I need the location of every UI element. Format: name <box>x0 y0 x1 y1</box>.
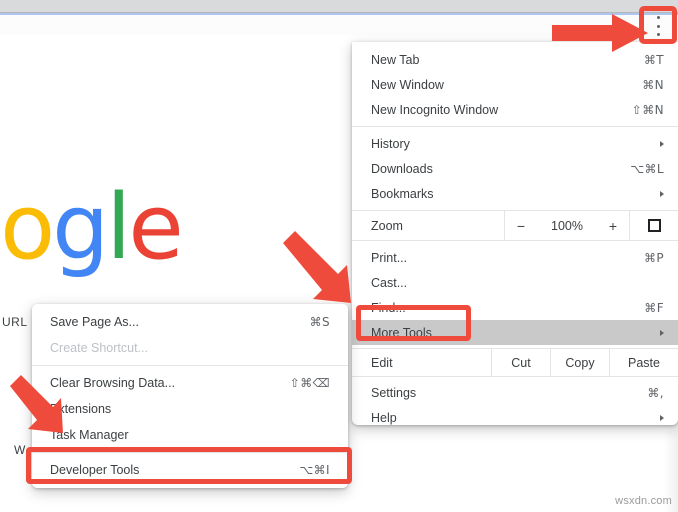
chrome-menu-button[interactable] <box>650 16 666 36</box>
screenshot-stage: oogle URL W New Tab ⌘T New Window ⌘N New… <box>0 0 678 512</box>
menu-item-more-tools[interactable]: More Tools <box>352 320 678 345</box>
menu-item-new-tab[interactable]: New Tab ⌘T <box>352 47 678 72</box>
submenu-item-developer-tools[interactable]: Developer Tools ⌥⌘I <box>32 457 348 483</box>
menu-item-settings[interactable]: Settings ⌘, <box>352 380 678 405</box>
menu-item-find[interactable]: Find... ⌘F <box>352 295 678 320</box>
edit-label: Edit <box>371 355 393 370</box>
dot-2 <box>656 24 660 28</box>
watermark: wsxdn.com <box>615 495 672 507</box>
dot-3 <box>656 33 660 36</box>
menu-item-label: New Incognito Window <box>371 102 499 117</box>
zoom-in-button[interactable]: + <box>597 211 629 240</box>
zoom-level-value: 100% <box>551 218 583 233</box>
menu-item-label: New Tab <box>371 52 420 67</box>
menu-item-history[interactable]: History <box>352 131 678 156</box>
submenu-item-save-page-as[interactable]: Save Page As... ⌘S <box>32 309 348 335</box>
menu-item-label: Create Shortcut... <box>50 341 148 355</box>
dot-1 <box>656 16 660 19</box>
chevron-right-icon <box>660 190 664 197</box>
menu-item-label: Task Manager <box>50 428 129 442</box>
menu-item-help[interactable]: Help <box>352 405 678 430</box>
menu-item-shortcut: ⌘S <box>309 315 330 329</box>
menu-item-label: Extensions <box>50 402 112 416</box>
menu-item-label: Cast... <box>371 275 408 290</box>
submenu-separator <box>32 365 348 366</box>
submenu-item-create-shortcut: Create Shortcut... <box>32 335 348 361</box>
menu-item-new-window[interactable]: New Window ⌘N <box>352 72 678 97</box>
edit-copy-button[interactable]: Copy <box>550 349 609 376</box>
menu-item-print[interactable]: Print... ⌘P <box>352 245 678 270</box>
menu-item-bookmarks[interactable]: Bookmarks <box>352 181 678 206</box>
menu-item-label: Find... <box>371 300 406 315</box>
menu-item-shortcut: ⌘, <box>647 385 664 400</box>
edit-paste-button[interactable]: Paste <box>609 349 678 376</box>
browser-titlebar <box>0 0 678 13</box>
menu-item-new-incognito-window[interactable]: New Incognito Window ⇧⌘N <box>352 97 678 122</box>
w-fragment-text: W <box>14 443 26 457</box>
menu-item-cast[interactable]: Cast... <box>352 270 678 295</box>
chevron-right-icon <box>660 414 664 421</box>
menu-item-label: Save Page As... <box>50 315 139 329</box>
zoom-out-button[interactable]: − <box>504 211 537 240</box>
more-tools-submenu[interactable]: Save Page As... ⌘S Create Shortcut... Cl… <box>32 304 348 488</box>
menu-item-shortcut: ⇧⌘⌫ <box>289 376 330 390</box>
menu-zoom-row[interactable]: Zoom − 100% + <box>352 210 678 241</box>
menu-item-label: Clear Browsing Data... <box>50 376 176 390</box>
fullscreen-icon <box>647 219 661 232</box>
menu-item-label: Developer Tools <box>50 463 140 477</box>
submenu-item-clear-browsing-data[interactable]: Clear Browsing Data... ⇧⌘⌫ <box>32 370 348 396</box>
chevron-right-icon <box>660 329 664 336</box>
menu-item-label: Downloads <box>371 161 433 176</box>
menu-item-shortcut: ⌘T <box>643 52 664 67</box>
menu-item-label: History <box>371 136 410 151</box>
fullscreen-button[interactable] <box>629 211 678 240</box>
google-logo: oogle <box>0 175 184 280</box>
menu-item-shortcut: ⌥⌘I <box>299 463 330 477</box>
menu-item-shortcut: ⇧⌘N <box>631 102 664 117</box>
submenu-item-extensions[interactable]: Extensions <box>32 396 348 422</box>
menu-item-shortcut: ⌘F <box>644 300 664 315</box>
menu-item-label: Bookmarks <box>371 186 434 201</box>
menu-item-downloads[interactable]: Downloads ⌥⌘L <box>352 156 678 181</box>
submenu-separator <box>32 452 348 453</box>
menu-item-label: More Tools <box>371 325 432 340</box>
menu-separator <box>352 126 678 127</box>
submenu-item-task-manager[interactable]: Task Manager <box>32 422 348 448</box>
menu-item-label: Settings <box>371 385 417 400</box>
menu-item-shortcut: ⌘N <box>642 77 664 92</box>
menu-item-shortcut: ⌥⌘L <box>630 161 664 176</box>
menu-item-label: Help <box>371 410 397 425</box>
browser-tabstrip <box>0 13 678 37</box>
url-fragment-text: URL <box>2 315 28 329</box>
chrome-main-menu[interactable]: New Tab ⌘T New Window ⌘N New Incognito W… <box>352 42 678 425</box>
extension-icon[interactable] <box>626 24 638 36</box>
edit-cut-button[interactable]: Cut <box>491 349 550 376</box>
menu-item-label: New Window <box>371 77 444 92</box>
menu-edit-row: Edit Cut Copy Paste <box>352 348 678 377</box>
menu-item-shortcut: ⌘P <box>643 250 664 265</box>
zoom-label: Zoom <box>371 218 403 233</box>
menu-item-label: Print... <box>371 250 408 265</box>
chevron-right-icon <box>660 140 664 147</box>
